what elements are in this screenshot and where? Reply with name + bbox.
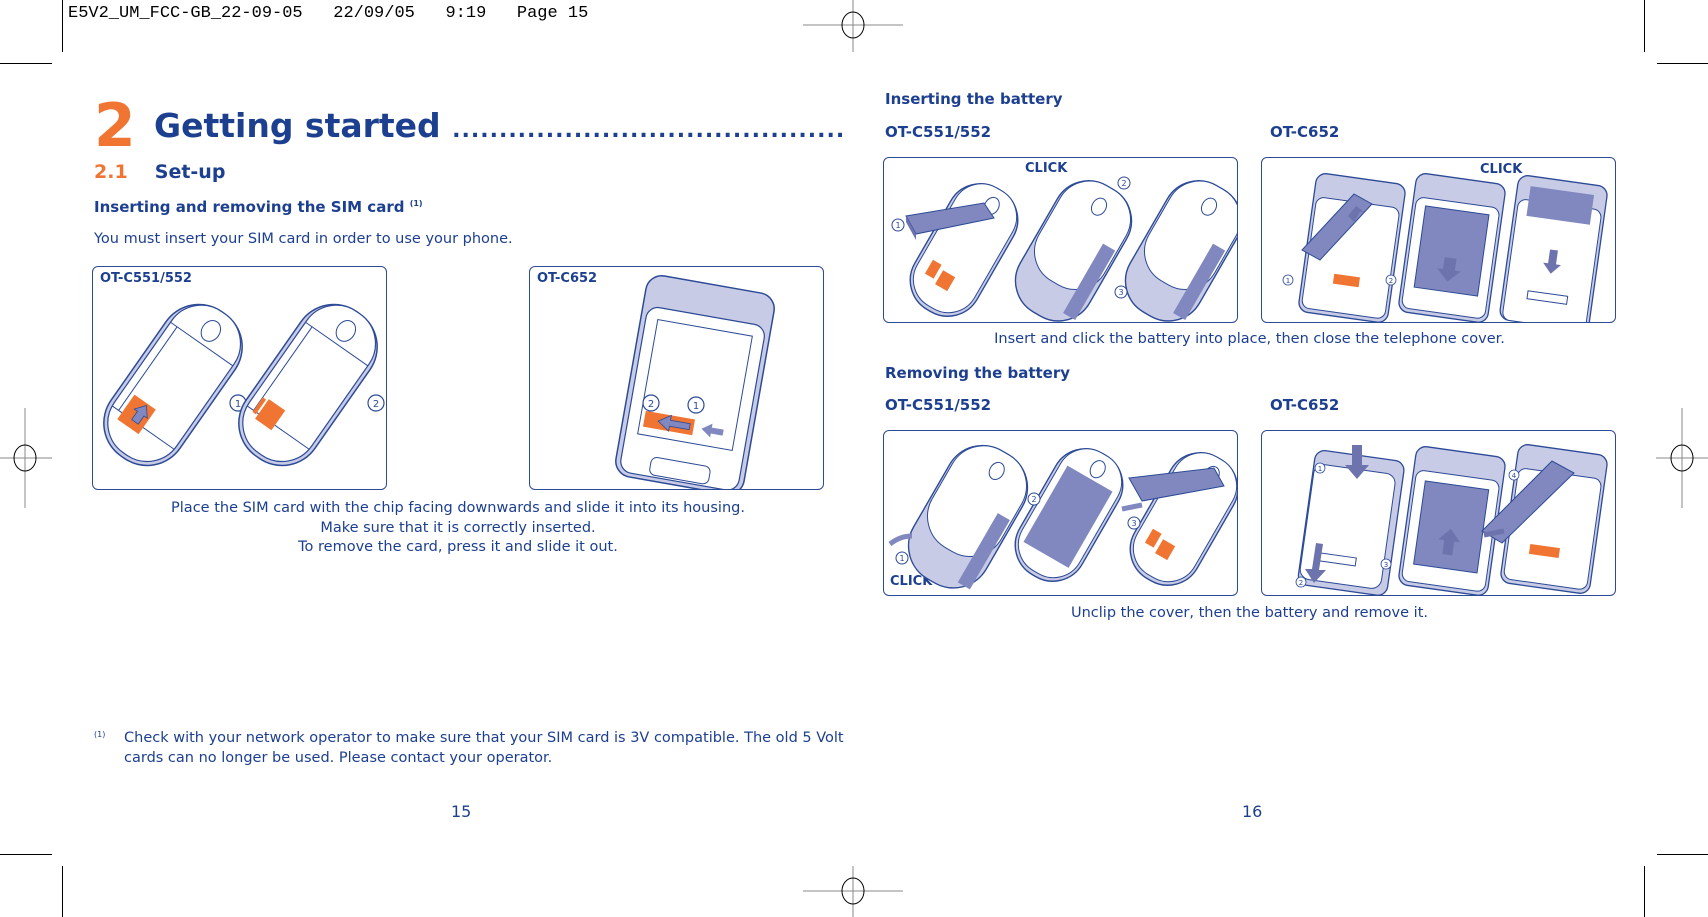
remove-battery-panel-ot-c652: CLICK 1 2 3 4 [1261,430,1616,596]
footnote-ref[interactable]: (1) [410,199,423,208]
battery-insert-clamshell-illustration: 1 2 3 [891,176,1237,322]
remove-model-label-1: OT-C551/552 [885,396,992,414]
sim-insert-bar-phone-illustration: 2 1 [615,275,775,489]
sim-panel-ot-c652: OT-C652 2 1 [529,266,824,490]
section-heading: 2.1 Set-up [94,161,225,183]
battery-insert-bar-phone-illustration: 1 2 [1282,173,1608,322]
registration-mark-top [803,0,903,52]
step-number: 1 [1318,465,1322,473]
footnote-line: Check with your network operator to make… [124,730,844,746]
insert-model-label-1: OT-C551/552 [885,123,992,141]
sim-caption-line: Place the SIM card with the chip facing … [171,500,745,516]
page-number-right: 16 [1242,802,1263,821]
insert-battery-panel-ot-c551: CLICK 1 2 3 [883,157,1238,323]
chapter-number: 2 [94,91,136,161]
footnote-line: cards can no longer be used. Please cont… [124,750,553,766]
remove-battery-heading: Removing the battery [885,364,1071,382]
chapter-title: Getting started ........................… [154,106,845,151]
insert-battery-heading: Inserting the battery [885,90,1063,108]
remove-battery-panel-ot-c551: CLICK 1 2 3 [883,430,1238,596]
step-number: 4 [1512,472,1517,480]
step-number: 3 [1118,288,1123,297]
step-number: 3 [1384,561,1388,569]
section-number: 2.1 [94,161,128,183]
chapter-title-leader: ........................................… [452,118,846,143]
footnote-marker: (1) [94,730,106,739]
step-number: 2 [1031,495,1036,504]
page-number-left: 15 [451,802,472,821]
sim-panel-ot-c551: OT-C551/552 1 2 [92,266,387,490]
step-number: 1 [235,399,241,410]
sim-caption-line: To remove the card, press it and slide i… [298,539,618,555]
battery-remove-clamshell-illustration: 1 2 3 [888,444,1237,590]
registration-mark-left [0,408,52,508]
subsection-title-text: Inserting and removing the SIM card [94,198,405,216]
step-number: 1 [693,401,699,412]
step-number: 2 [1121,179,1126,188]
registration-mark-bottom [803,866,903,917]
insert-battery-panel-ot-c652: CLICK 1 2 [1261,157,1616,323]
battery-remove-bar-phone-illustration: 1 2 3 4 [1295,444,1608,595]
insert-caption: Insert and click the battery into place,… [994,331,1505,347]
print-slug: E5V2_UM_FCC-GB_22-09-05 22/09/05 9:19 Pa… [68,4,589,23]
registration-mark-right [1656,408,1708,508]
subsection-title: Inserting and removing the SIM card (1) [94,198,423,216]
sim-caption-line: Make sure that it is correctly inserted. [320,519,596,536]
step-number: 1 [895,221,900,230]
sim-insert-clamshell-illustration: 1 2 [103,303,385,467]
step-number: 2 [373,399,379,410]
step-number: 2 [1389,277,1393,285]
chapter-title-text: Getting started [154,106,441,145]
remove-caption: Unclip the cover, then the battery and r… [1071,605,1428,621]
step-number: 2 [648,399,654,410]
insert-model-label-2: OT-C652 [1270,123,1340,141]
remove-model-label-2: OT-C652 [1270,396,1340,414]
step-number: 2 [1299,579,1303,587]
step-number: 1 [1286,277,1290,285]
section-title: Set-up [154,161,226,183]
sim-caption: Place the SIM card with the chip facing … [92,499,824,558]
step-number: 1 [899,554,904,563]
step-number: 3 [1131,519,1136,528]
intro-text: You must insert your SIM card in order t… [94,231,513,247]
